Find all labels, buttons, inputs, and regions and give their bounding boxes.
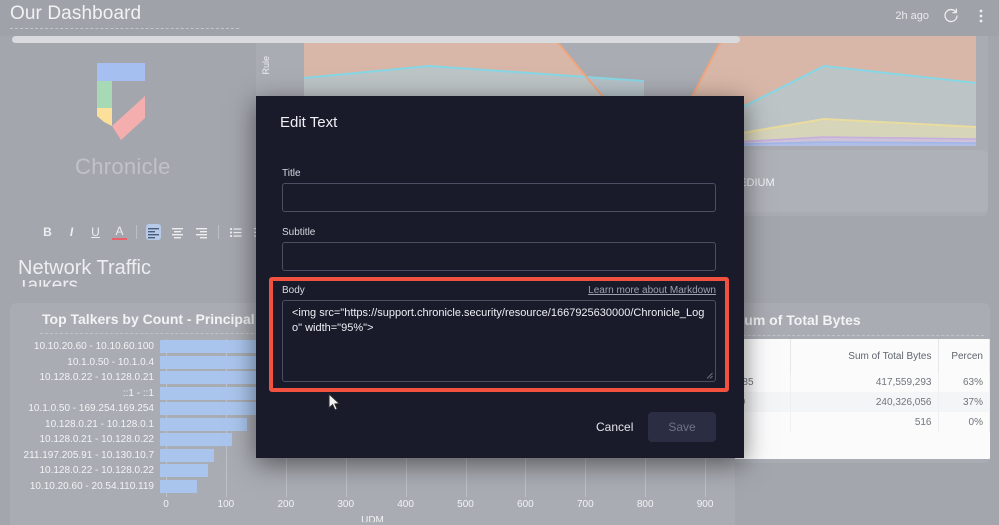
bar-label: 10.10.20.60 - 20.54.110.119 [29,480,154,492]
learn-more-markdown-link[interactable]: Learn more about Markdown [588,285,716,296]
x-tick: 300 [337,499,355,510]
bar-label: 10.128.0.21 - 10.128.0.22 [39,434,154,446]
body-field-label: Body [282,285,305,296]
title-field-label: Title [282,168,301,179]
more-vert-icon[interactable] [973,8,989,24]
x-tick: 200 [277,499,295,510]
x-tick: 100 [217,499,235,510]
cell-percent: 0% [938,412,990,432]
last-refresh-label: 2h ago [895,10,929,22]
bar-fill [160,417,247,431]
body-textarea-value: <img src="https://support.chronicle.secu… [292,307,705,334]
bar-label: 10.1.0.50 - 169.254.169.254 [28,403,154,415]
bar-row[interactable]: 10.128.0.22 - 10.128.0.22 [10,463,735,479]
bar-label: 10.128.0.22 - 10.128.0.22 [39,465,154,477]
textarea-resize-handle[interactable] [706,372,713,379]
x-tick: 800 [636,499,654,510]
x-tick: 900 [696,499,714,510]
cancel-button[interactable]: Cancel [590,416,639,438]
page-title: Our Dashboard [10,3,142,24]
bar-label: 10.128.0.21 - 10.128.0.1 [45,418,154,430]
x-tick: 500 [457,499,474,510]
network-traffic-title: Network Traffic [18,257,151,279]
italic-button[interactable]: I [64,224,79,240]
header-actions: 2h ago [895,8,989,24]
bar-chart-x-axis: 0 100 200 300 400 500 600 700 800 900 [163,499,735,513]
bar-label: 10.10.20.60 - 10.10.60.100 [33,341,154,353]
x-tick: 700 [576,499,594,510]
chronicle-branding: Chronicle [75,62,171,180]
cell-total-bytes: 516 [790,412,939,432]
divider [218,225,219,239]
cell-total-bytes: 417,559,293 [790,372,939,392]
network-traffic-subtitle: Talkers [18,275,79,296]
screenshot-root: Rule 100 [0,0,999,525]
cell-percent: 37% [938,392,990,412]
bar-row[interactable]: 10.10.20.60 - 20.54.110.119 [10,479,735,495]
bar-label: ::1 - ::1 [122,387,154,399]
bar-label: 10.1.0.50 - 10.1.0.4 [67,356,154,368]
bar-label: 211.197.205.91 - 10.130.10.7 [23,449,154,461]
mouse-cursor [328,393,341,412]
cell-total-bytes: 240,326,056 [790,392,939,412]
underline-button[interactable]: U [88,224,103,240]
bar-fill [160,433,232,446]
dialog-title: Edit Text [280,114,338,131]
text-color-button[interactable]: A [112,224,127,240]
cell-percent: 63% [938,372,990,392]
horizontal-scrollbar[interactable] [12,36,740,43]
x-tick: 600 [517,499,534,510]
column-header-total-bytes[interactable]: Sum of Total Bytes [790,339,939,372]
title-input[interactable] [282,183,716,212]
align-center-icon[interactable] [170,224,185,240]
bar-label: 10.128.0.22 - 10.128.0.21 [39,372,154,384]
dashboard-header: Our Dashboard 2h ago [0,0,999,36]
bar-fill [160,448,214,462]
chronicle-wordmark: Chronicle [75,154,171,179]
save-button[interactable]: Save [648,412,716,442]
title-underline [10,28,239,29]
chronicle-shield-logo [97,63,145,140]
area-chart-y-axis-label: Rule [261,56,271,75]
column-header-percent[interactable]: Percen [938,339,990,372]
subtitle-input[interactable] [282,242,716,271]
bulleted-list-icon[interactable] [228,224,243,240]
align-right-icon[interactable] [194,224,209,240]
bold-button[interactable]: B [40,224,55,240]
x-tick: 400 [397,499,414,510]
subtitle-field-label: Subtitle [282,227,316,238]
divider [136,225,137,239]
bar-fill [160,479,197,493]
top-talkers-title: Top Talkers by Count - Principal -> [42,311,272,327]
x-tick: 0 [163,499,169,510]
bar-chart-x-axis-label: UDM [361,515,384,525]
refresh-icon[interactable] [943,8,959,24]
align-left-icon[interactable] [146,224,161,240]
bar-fill [160,464,208,477]
